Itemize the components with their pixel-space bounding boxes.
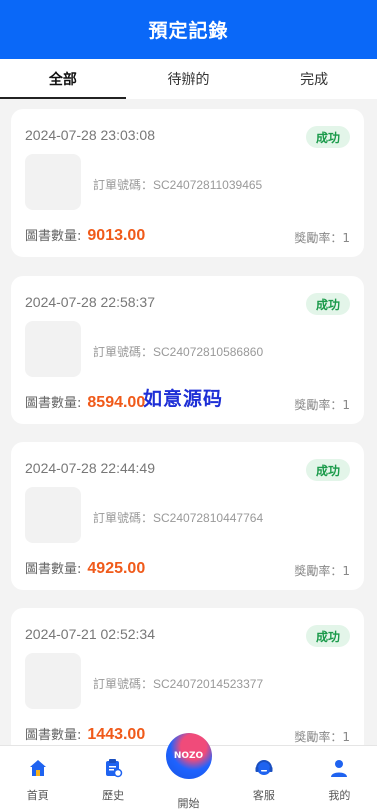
order-number-label: 訂單號碼：	[93, 345, 154, 359]
order-number-label: 訂單號碼：	[93, 677, 154, 691]
order-number: 訂單號碼：SC24072810586860	[93, 343, 263, 360]
order-number-value: SC24072810447764	[153, 511, 264, 525]
order-thumbnail	[25, 321, 81, 377]
order-thumbnail	[25, 487, 81, 543]
order-number: 訂單號碼：SC24072811039465	[93, 176, 262, 193]
order-number: 訂單號碼：SC24072014523377	[93, 675, 263, 692]
reward-rate: 獎勵率：1	[294, 231, 350, 245]
book-count-label: 圖書數量:	[25, 728, 82, 743]
book-count-label: 圖書數量:	[25, 562, 82, 577]
order-number-value: SC24072014523377	[153, 677, 264, 691]
order-card[interactable]: 2024-07-28 23:03:08 成功 訂單號碼：SC2407281103…	[11, 109, 364, 257]
order-number-value: SC24072810586860	[153, 345, 264, 359]
status-badge: 成功	[305, 293, 350, 315]
tab-completed[interactable]: 完成	[251, 59, 377, 99]
order-number: 訂單號碼：SC24072810447764	[93, 509, 263, 526]
status-badge: 成功	[305, 459, 350, 481]
order-number-value: SC24072811039465	[153, 178, 263, 192]
nav-profile-label: 我的	[328, 789, 351, 802]
order-time: 2024-07-21 02:52:34	[25, 626, 155, 642]
order-number-label: 訂單號碼：	[93, 178, 154, 192]
book-count-label: 圖書數量:	[25, 396, 82, 411]
nav-home-label: 首頁	[26, 789, 49, 802]
book-count-label: 圖書數量:	[25, 229, 82, 244]
book-count-value: 8594.00	[87, 394, 146, 411]
order-thumbnail	[25, 154, 81, 210]
bottom-nav: 首頁 歷史 NOZO 開始 客服 我的	[0, 733, 377, 810]
book-count: 圖書數量: 8594.00	[25, 392, 145, 412]
nav-history[interactable]: 歷史	[75, 746, 150, 810]
reward-rate: 獎勵率：1	[294, 398, 350, 412]
page-title: 預定記錄	[148, 20, 229, 42]
nav-home[interactable]: 首頁	[0, 746, 75, 810]
start-logo-icon[interactable]: NOZO	[165, 733, 212, 779]
nav-history-label: 歷史	[102, 789, 125, 802]
reward-rate: 獎勵率：1	[294, 564, 350, 578]
order-number-label: 訂單號碼：	[93, 511, 154, 525]
nav-support[interactable]: 客服	[226, 746, 301, 810]
book-count-value: 1443.00	[87, 726, 146, 743]
tab-all[interactable]: 全部	[0, 59, 126, 99]
nav-profile[interactable]: 我的	[302, 746, 377, 810]
reward-rate: 獎勵率：1	[294, 730, 350, 744]
user-icon	[328, 757, 350, 779]
nav-start-label: 開始	[177, 797, 200, 810]
book-count: 圖書數量: 4925.00	[25, 558, 145, 578]
start-logo-text: NOZO	[173, 751, 204, 761]
status-badge: 成功	[305, 625, 350, 647]
book-count: 圖書數量: 9013.00	[25, 225, 145, 245]
book-count-value: 4925.00	[87, 560, 146, 577]
order-card[interactable]: 2024-07-28 22:44:49 成功 訂單號碼：SC2407281044…	[11, 442, 364, 590]
status-badge: 成功	[305, 126, 350, 148]
headset-icon	[253, 757, 275, 779]
order-time: 2024-07-28 22:58:37	[25, 294, 155, 310]
order-time: 2024-07-28 22:44:49	[25, 460, 155, 476]
app-header: 預定記錄	[0, 0, 377, 59]
history-clipboard-icon	[102, 757, 124, 779]
tab-pending[interactable]: 待辦的	[126, 59, 252, 99]
watermark-text: 如意源码	[143, 388, 224, 410]
nav-start[interactable]: NOZO 開始	[151, 733, 226, 810]
book-count: 圖書數量: 1443.00	[25, 724, 145, 744]
home-icon	[27, 757, 49, 779]
book-count-value: 9013.00	[87, 227, 146, 244]
nav-support-label: 客服	[252, 789, 275, 802]
filter-tabs: 全部 待辦的 完成	[0, 59, 377, 99]
order-time: 2024-07-28 23:03:08	[25, 127, 155, 143]
order-thumbnail	[25, 653, 81, 709]
